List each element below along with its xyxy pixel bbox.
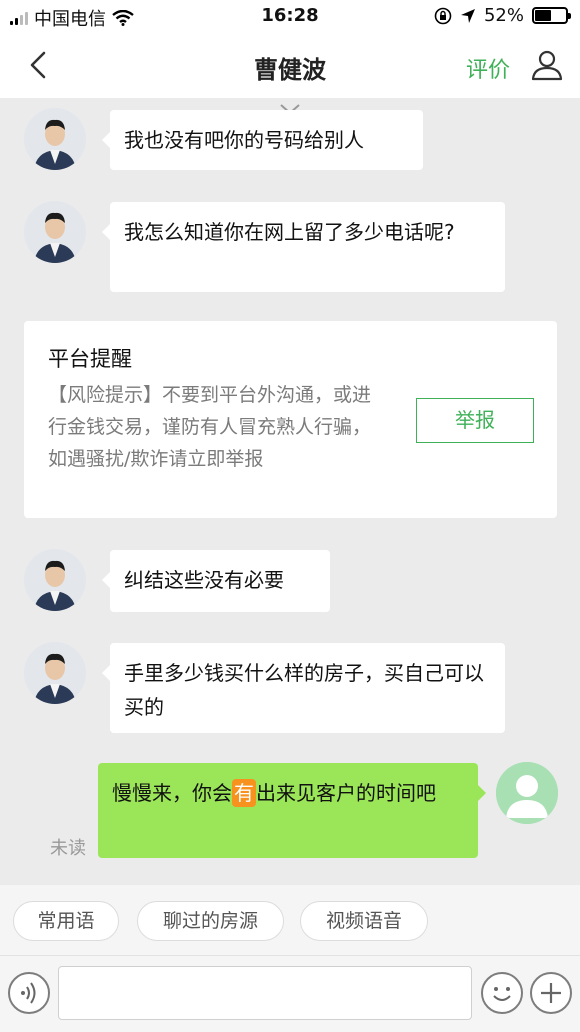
- message-bubble[interactable]: 纠结这些没有必要: [102, 550, 330, 612]
- message-input[interactable]: [58, 966, 472, 1020]
- agent-avatar[interactable]: [24, 201, 86, 263]
- highlight-keyword: 有: [232, 779, 256, 807]
- user-icon[interactable]: [530, 48, 564, 82]
- report-button[interactable]: 举报: [416, 398, 534, 443]
- rate-button[interactable]: 评价: [466, 52, 510, 84]
- status-bar: 中国电信 16:28 52%: [0, 0, 580, 32]
- agent-avatar[interactable]: [24, 108, 86, 170]
- battery-icon: [532, 7, 571, 24]
- message-text: 我也没有吧你的号码给别人: [124, 128, 364, 152]
- plus-button[interactable]: [530, 972, 572, 1014]
- battery-percent: 52%: [483, 5, 524, 26]
- orientation-lock-icon: [434, 7, 452, 24]
- message-text: 纠结这些没有必要: [124, 568, 284, 592]
- unread-status: 未读: [50, 838, 86, 859]
- quick-reply-video-voice[interactable]: 视频语音: [300, 901, 428, 941]
- voice-button[interactable]: [8, 972, 50, 1014]
- agent-photo: [24, 108, 86, 170]
- agent-photo: [24, 642, 86, 704]
- my-message-bubble[interactable]: 慢慢来，你会有出来见客户的时间吧: [98, 763, 486, 858]
- plus-icon: [541, 983, 561, 1003]
- input-bar: [0, 955, 580, 1032]
- agent-avatar[interactable]: [24, 549, 86, 611]
- quick-reply-phrases[interactable]: 常用语: [13, 901, 119, 941]
- notice-title: 平台提醒: [48, 347, 132, 371]
- status-right: 52%: [434, 5, 571, 26]
- quick-reply-houses[interactable]: 聊过的房源: [137, 901, 284, 941]
- voice-icon: [21, 982, 36, 1004]
- my-message-text-before: 慢慢来，你会: [112, 781, 232, 805]
- message-bubble[interactable]: 我也没有吧你的号码给别人: [102, 110, 423, 170]
- notice-body: 【风险提示】不要到平台外沟通，或进行金钱交易，谨防有人冒充熟人行骗，如遇骚扰/欺…: [48, 384, 372, 470]
- message-text: 我怎么知道你在网上留了多少电话呢?: [124, 220, 455, 244]
- message-bubble[interactable]: 手里多少钱买什么样的房子，买自己可以买的: [102, 643, 505, 733]
- default-user-avatar-icon: [496, 762, 558, 824]
- quick-reply-bar: 常用语 聊过的房源 视频语音: [0, 885, 580, 955]
- agent-photo: [24, 201, 86, 263]
- message-bubble[interactable]: 我怎么知道你在网上留了多少电话呢?: [102, 202, 505, 292]
- my-message-text-after: 出来见客户的时间吧: [256, 781, 436, 805]
- message-text: 手里多少钱买什么样的房子，买自己可以买的: [124, 661, 484, 719]
- platform-notice-card: 平台提醒 【风险提示】不要到平台外沟通，或进行金钱交易，谨防有人冒充熟人行骗，如…: [24, 321, 557, 518]
- nav-bar: 曹健波 评价: [0, 32, 580, 98]
- my-avatar[interactable]: [496, 762, 558, 824]
- emoji-icon: [493, 987, 511, 1001]
- agent-avatar[interactable]: [24, 642, 86, 704]
- battery-level: [535, 10, 551, 21]
- emoji-button[interactable]: [481, 972, 523, 1014]
- agent-photo: [24, 549, 86, 611]
- location-arrow-icon: [460, 8, 475, 23]
- back-chevron-icon[interactable]: [22, 48, 56, 82]
